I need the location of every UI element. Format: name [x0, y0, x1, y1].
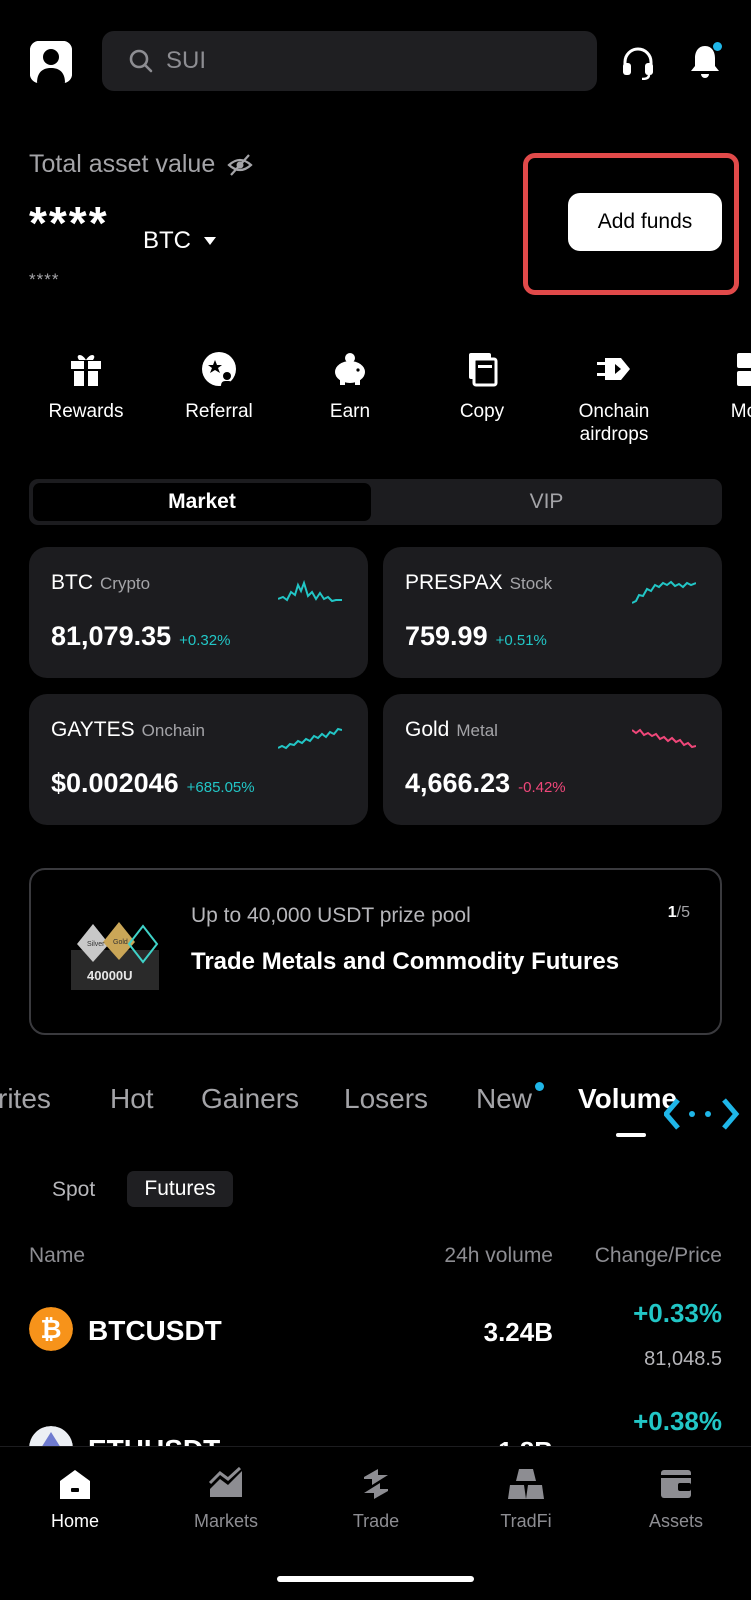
currency-selector[interactable]: BTC — [143, 227, 217, 255]
subtab-spot[interactable]: Spot — [52, 1178, 95, 1202]
nav-markets[interactable]: Markets — [171, 1467, 281, 1532]
airdrop-icon — [597, 358, 630, 380]
market-vip-toggle: Market VIP — [29, 479, 722, 525]
action-copy[interactable]: Copy — [416, 350, 548, 423]
search-input[interactable] — [166, 47, 546, 75]
market-card-gaytes[interactable]: GAYTES Onchain $0.002046 +685.05% — [29, 694, 368, 825]
tab-hot[interactable]: Hot — [110, 1083, 154, 1115]
market-card-gold[interactable]: Gold Metal 4,666.23 -0.42% — [383, 694, 722, 825]
svg-text:Gold: Gold — [113, 939, 128, 946]
tradfi-icon — [508, 1469, 544, 1499]
referral-icon — [202, 352, 236, 386]
metals-art-icon: Silver Gold 40000U — [71, 922, 159, 990]
banner-title: Trade Metals and Commodity Futures — [191, 948, 620, 975]
wallet-icon — [661, 1470, 691, 1498]
tab-favorites[interactable]: rites — [0, 1083, 51, 1115]
headset-icon[interactable] — [620, 44, 656, 80]
subtab-futures[interactable]: Futures — [127, 1171, 233, 1207]
svg-text:Silver: Silver — [87, 941, 105, 948]
action-rewards[interactable]: Rewards — [20, 350, 152, 423]
asset-value: **** — [29, 197, 109, 249]
piggy-bank-icon — [335, 353, 365, 385]
bitcoin-icon: ₿ — [29, 1307, 73, 1351]
scroll-arrows-icon[interactable] — [664, 1094, 742, 1134]
search-icon — [129, 49, 153, 73]
nav-tradfi[interactable]: TradFi — [471, 1467, 581, 1532]
promo-banner[interactable]: Silver Gold 40000U Up to 40,000 USDT pri… — [29, 868, 722, 1035]
tab-vip[interactable]: VIP — [375, 483, 718, 521]
banner-pagination: 1/5 — [667, 904, 690, 921]
action-referral[interactable]: Referral — [153, 350, 285, 423]
new-indicator-dot — [535, 1082, 544, 1091]
quick-actions: Rewards Referral Earn Copy Onchain airdr… — [0, 350, 751, 460]
action-earn[interactable]: Earn — [284, 350, 416, 423]
column-change-price[interactable]: Change/Price — [595, 1244, 722, 1268]
caret-down-icon — [204, 237, 216, 245]
sparkline — [632, 728, 696, 749]
sparkline — [278, 727, 342, 750]
trade-icon — [364, 1469, 388, 1499]
home-indicator — [277, 1576, 474, 1582]
asset-sub-value: **** — [29, 270, 60, 289]
copy-icon — [469, 353, 498, 387]
nav-assets[interactable]: Assets — [621, 1467, 731, 1532]
column-name[interactable]: Name — [29, 1244, 85, 1268]
markets-icon — [208, 1467, 242, 1497]
tab-volume[interactable]: Volume — [578, 1083, 677, 1115]
column-volume[interactable]: 24h volume — [444, 1244, 553, 1268]
top-bar — [0, 0, 751, 110]
search-bar[interactable] — [102, 31, 597, 91]
total-asset-label: Total asset value — [29, 150, 253, 179]
tab-losers[interactable]: Losers — [344, 1083, 428, 1115]
sparkline — [632, 580, 696, 604]
tab-market[interactable]: Market — [33, 483, 371, 521]
notification-dot — [713, 42, 722, 51]
action-more[interactable]: Mo — [678, 350, 751, 423]
market-card-btc[interactable]: BTC Crypto 81,079.35 +0.32% — [29, 547, 368, 678]
gift-icon — [71, 355, 101, 386]
tab-new[interactable]: New — [476, 1083, 532, 1115]
table-row[interactable]: ₿ BTCUSDT 3.24B +0.33% 81,048.5 — [0, 1290, 751, 1390]
home-icon — [60, 1470, 90, 1499]
market-card-prespax[interactable]: PRESPAX Stock 759.99 +0.51% — [383, 547, 722, 678]
avatar[interactable] — [30, 41, 72, 83]
eye-hidden-icon[interactable] — [227, 152, 253, 178]
active-tab-underline — [616, 1133, 646, 1137]
add-funds-button[interactable]: Add funds — [568, 193, 722, 251]
svg-text:40000U: 40000U — [87, 968, 133, 983]
action-onchain-airdrops[interactable]: Onchain airdrops — [548, 350, 680, 446]
nav-trade[interactable]: Trade — [321, 1467, 431, 1532]
nav-home[interactable]: Home — [20, 1467, 130, 1532]
tab-gainers[interactable]: Gainers — [201, 1083, 299, 1115]
list-tabs: rites Hot Gainers Losers New Volume — [0, 1083, 751, 1133]
sparkline — [278, 579, 342, 603]
svg-text:₿: ₿ — [40, 1315, 61, 1345]
banner-subtitle: Up to 40,000 USDT prize pool — [191, 904, 471, 927]
more-icon — [737, 353, 751, 386]
